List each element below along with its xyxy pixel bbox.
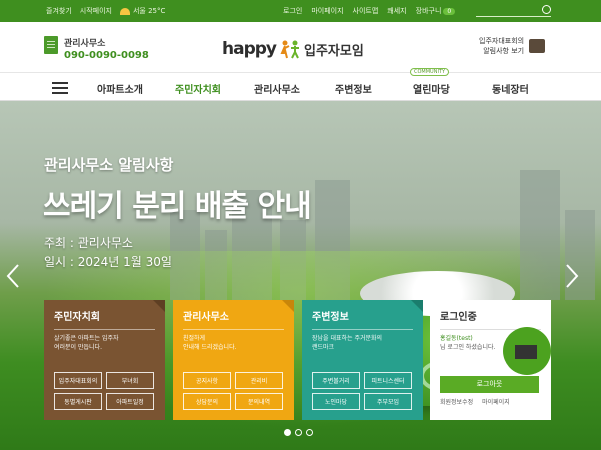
card-button[interactable]: 주변볼거리: [312, 372, 360, 389]
hero-host: 주최 : 관리사무소: [44, 236, 133, 250]
message-link[interactable]: 쾌세지: [387, 6, 406, 16]
logo-happy: happy: [222, 39, 277, 59]
card-description: 장남을 대표하는 주거문화의 랜드마크: [312, 335, 383, 351]
card-description: 친절하게 안내해 드리겠습니다.: [183, 335, 237, 351]
chairman-line1: 입주자대표회의: [479, 37, 525, 45]
nav-item-market[interactable]: 동네장터: [492, 81, 529, 96]
card-button[interactable]: 주부모임: [364, 393, 412, 410]
bookmark-link[interactable]: 즐겨찾기: [46, 6, 72, 16]
office-contact: 관리사무소 090-0090-0098: [44, 36, 149, 61]
weather-text: 서울 25°C: [132, 7, 166, 15]
people-icon: [280, 40, 299, 59]
nav-item-residents[interactable]: 주민자치회: [175, 81, 221, 96]
login-box: 로그인중 홍길동(test) 님 로그인 하셨습니다. 로그아웃 회원정보수정 …: [430, 300, 551, 420]
startpage-link[interactable]: 시작페이지: [80, 6, 112, 16]
card-button[interactable]: 상담문의: [183, 393, 231, 410]
card-button[interactable]: 관리비: [235, 372, 283, 389]
nav-item-office[interactable]: 관리사무소: [254, 81, 300, 96]
weather-widget: 서울 25°C: [119, 6, 166, 16]
sitemap-link[interactable]: 사이트맵: [353, 6, 379, 16]
card-button[interactable]: 입주자대표회의: [54, 372, 102, 389]
nav-item-open-square[interactable]: 열린마당: [413, 81, 450, 96]
site-logo[interactable]: happy 입주자모임: [222, 39, 364, 59]
slider-dot[interactable]: [284, 429, 291, 436]
hero-title: 쓰레기 분리 배출 안내: [43, 189, 312, 224]
mypage-link[interactable]: 마이페이지: [311, 6, 343, 16]
login-link[interactable]: 로그인: [283, 6, 302, 16]
sun-icon: [119, 7, 130, 15]
login-circle: [503, 327, 551, 375]
logout-button[interactable]: 로그아웃: [440, 376, 539, 393]
card-nearby: 주변정보 장남을 대표하는 주거문화의 랜드마크 주변볼거리 피트니스센터 노인…: [302, 300, 423, 420]
card-title: 주변정보: [312, 312, 349, 323]
nav-item-apartment[interactable]: 아파트소개: [97, 81, 143, 96]
search-icon[interactable]: [542, 5, 551, 14]
card-residents: 주민자치회 살기좋은 아파트는 입주자 여러분이 만듭니다. 입주자대표회의 부…: [44, 300, 165, 420]
card-title: 주민자치회: [54, 312, 100, 323]
logo-subtitle: 입주자모임: [304, 43, 364, 59]
office-title: 관리사무소: [64, 39, 106, 49]
card-title: 관리사무소: [183, 312, 229, 323]
mypage-link-login[interactable]: 마이페이지: [482, 397, 510, 406]
slider-dot[interactable]: [306, 429, 313, 436]
cart-count-badge: 0: [443, 8, 456, 15]
card-button[interactable]: 동별게시판: [54, 393, 102, 410]
main-nav: 아파트소개 주민자치회 관리사무소 주변정보 COMMUNITY 열린마당 동네…: [0, 68, 601, 101]
building-icon: [44, 36, 58, 54]
top-search: [476, 5, 551, 17]
card-button[interactable]: 공지사항: [183, 372, 231, 389]
card-button[interactable]: 피트니스센터: [364, 372, 412, 389]
edit-profile-link[interactable]: 회원정보수정: [440, 397, 473, 406]
chevron-right-icon[interactable]: [565, 263, 579, 289]
hero-date: 일시 : 2024년 1월 30일: [44, 255, 172, 269]
card-button[interactable]: 문의내역: [235, 393, 283, 410]
community-badge: COMMUNITY: [410, 68, 450, 76]
card-office: 관리사무소 친절하게 안내해 드리겠습니다. 공지사항 관리비 상담문의 문의내…: [173, 300, 294, 420]
chairman-line2: 알림사항 보기: [483, 47, 525, 55]
login-title: 로그인중: [440, 312, 477, 323]
cart-label: 장바구니: [415, 7, 442, 15]
card-description: 살기좋은 아파트는 입주자 여러분이 만듭니다.: [54, 335, 119, 351]
megaphone-icon: [529, 39, 546, 53]
office-phone: 090-0090-0098: [64, 50, 149, 61]
chevron-left-icon[interactable]: [6, 263, 20, 289]
header: 관리사무소 090-0090-0098 happy 입주자모임 입주자대표회의 …: [0, 22, 601, 72]
chairman-notice-link[interactable]: 입주자대표회의 알림사항 보기: [479, 36, 546, 56]
nav-item-nearby[interactable]: 주변정보: [335, 81, 372, 96]
card-button[interactable]: 노인마당: [312, 393, 360, 410]
hero-banner: 관리사무소 알림사항 쓰레기 분리 배출 안내 주최 : 관리사무소 일시 : …: [0, 101, 601, 450]
top-bar: 즐겨찾기 시작페이지 서울 25°C 로그인 마이페이지 사이트맵 쾌세지 장바…: [0, 0, 601, 22]
menu-icon[interactable]: [52, 82, 68, 94]
card-button[interactable]: 부녀회: [106, 372, 154, 389]
card-button[interactable]: 아파트일정: [106, 393, 154, 410]
login-text: 님 로그인 하셨습니다.: [440, 344, 496, 351]
cart-link[interactable]: 장바구니 0: [416, 6, 456, 16]
slider-dots: [284, 429, 313, 436]
login-user: 홍길동(test): [440, 335, 473, 342]
search-input[interactable]: [476, 5, 538, 16]
hero-subtitle: 관리사무소 알림사항: [44, 156, 174, 174]
mail-icon: [515, 345, 537, 359]
slider-dot[interactable]: [295, 429, 302, 436]
